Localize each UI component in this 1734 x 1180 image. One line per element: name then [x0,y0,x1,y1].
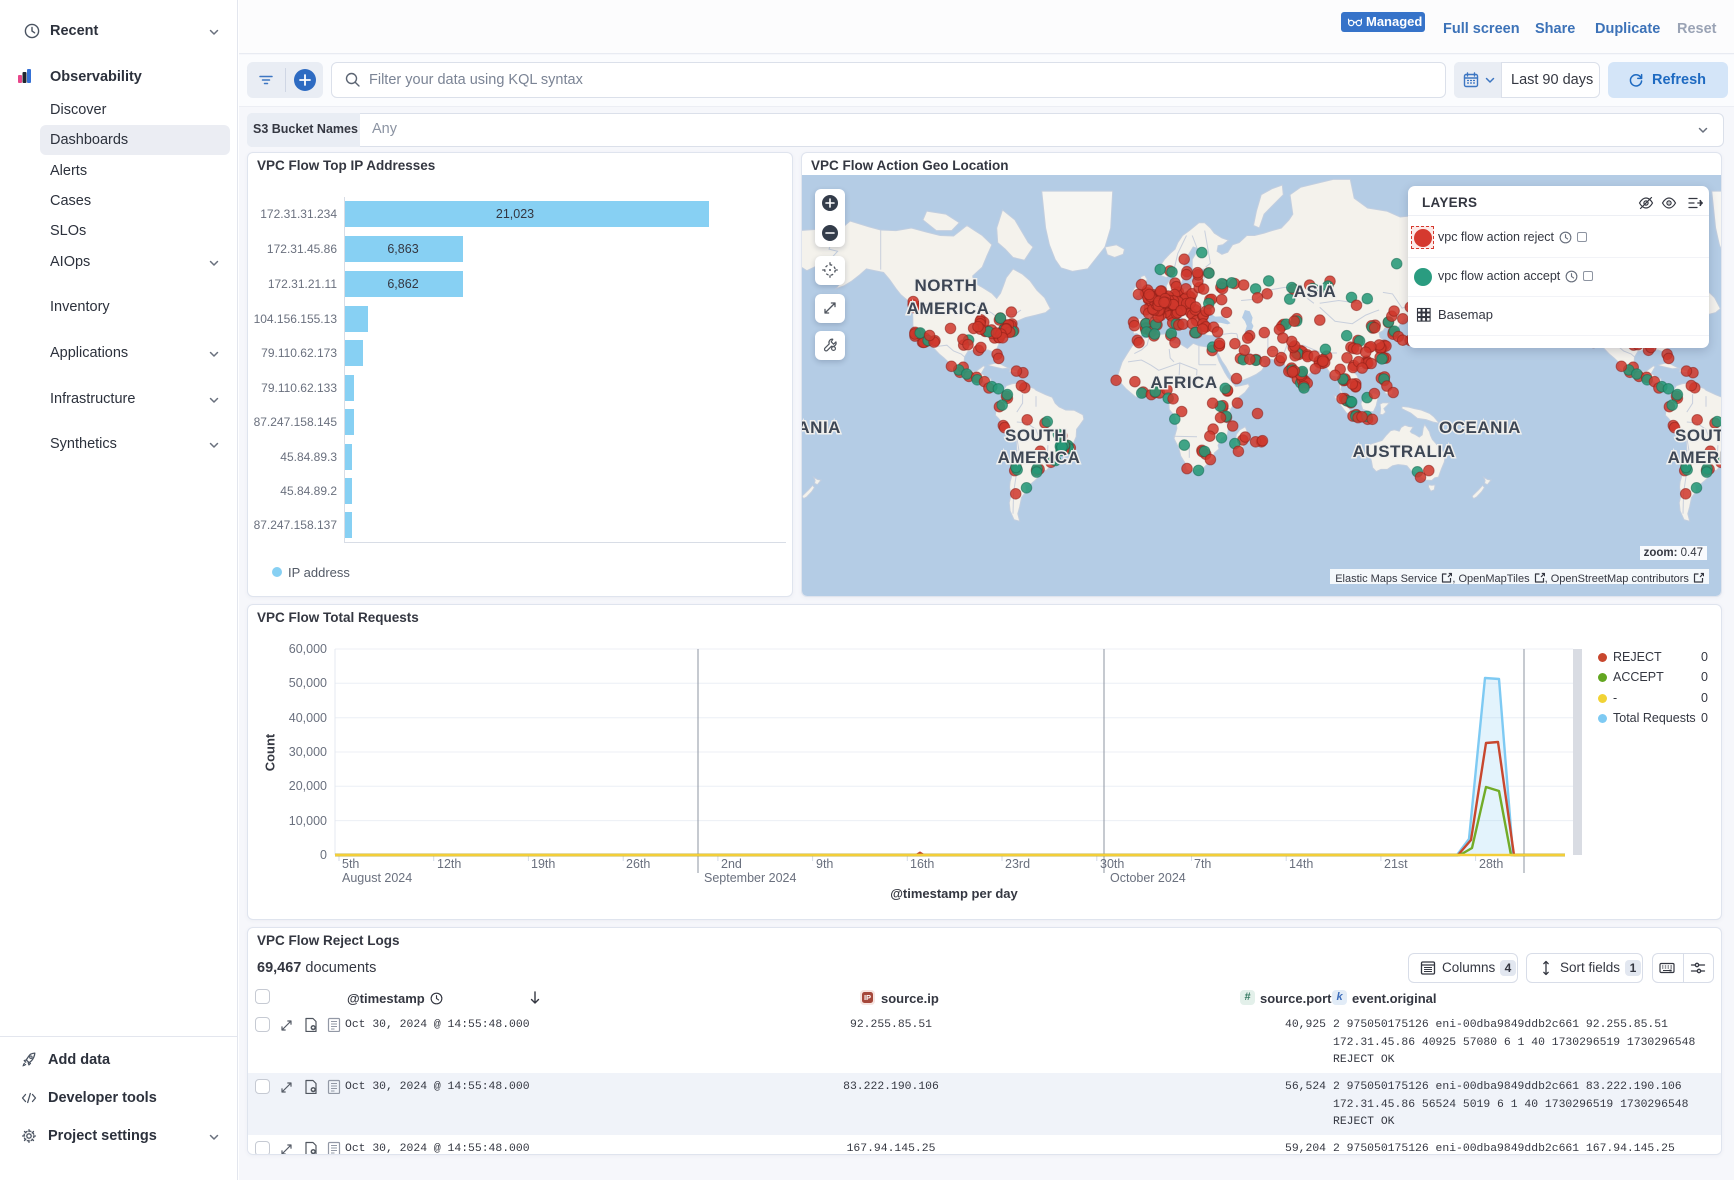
svg-text:AMERICA: AMERICA [998,448,1081,467]
svg-text:AMERICA: AMERICA [1668,448,1722,467]
svg-text:ASIA: ASIA [1294,282,1337,301]
svg-text:NORTH: NORTH [915,276,978,295]
svg-text:AMERICA: AMERICA [907,299,990,318]
svg-text:AUSTRALIA: AUSTRALIA [1353,442,1456,461]
svg-text:SOUTH: SOUTH [1005,426,1067,445]
svg-text:OCEANIA: OCEANIA [1439,418,1521,437]
svg-text:AFRICA: AFRICA [1150,373,1217,392]
svg-text:SOUTH: SOUTH [1675,426,1722,445]
svg-text:OCEANIA: OCEANIA [802,418,841,437]
